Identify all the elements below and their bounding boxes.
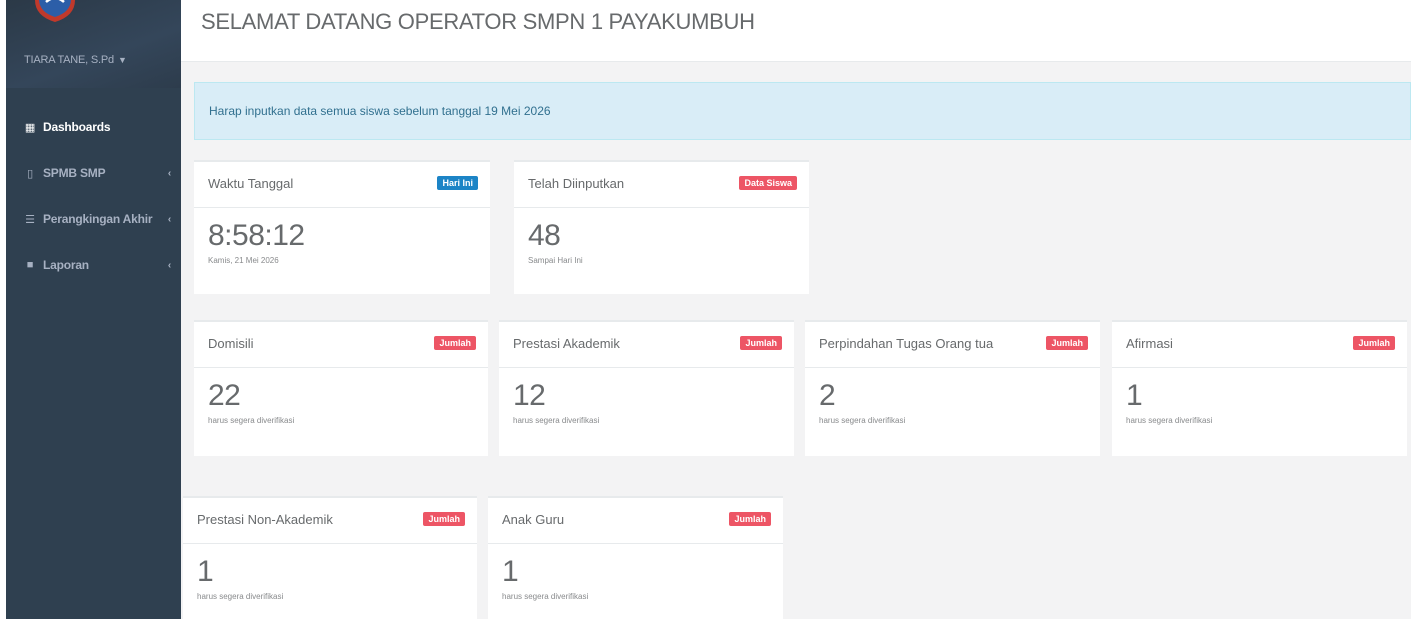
sidebar-item-label: Perangkingan Akhir	[43, 212, 153, 226]
clock-value: 8:58:12	[208, 219, 305, 252]
user-menu[interactable]: TIARA TANE, S.Pd ▼	[24, 54, 127, 66]
mobile-icon: ▯	[27, 167, 33, 180]
card-header: Waktu Tanggal Hari Ini	[194, 162, 490, 208]
card-body: 1 harus segera diverifikasi	[1112, 368, 1407, 425]
file-icon: ■	[26, 259, 34, 271]
top-header: SELAMAT DATANG OPERATOR SMPN 1 PAYAKUMBU…	[181, 0, 1411, 62]
date-text: Kamis, 21 Mei 2026	[208, 256, 279, 265]
info-alert: Harap inputkan data semua siswa sebelum …	[194, 82, 1411, 140]
badge-jumlah: Jumlah	[1353, 336, 1395, 350]
card-body: 8:58:12 Kamis, 21 Mei 2026	[194, 208, 490, 265]
card-prestasi-akademik: Prestasi Akademik Jumlah 12 harus segera…	[499, 320, 794, 456]
grid-icon: ▦	[24, 121, 36, 134]
chevron-left-icon: ‹	[167, 259, 171, 271]
card-header: Telah Diinputkan Data Siswa	[514, 162, 809, 208]
count-value: 22	[208, 379, 241, 412]
sliders-icon: ☰	[25, 213, 35, 226]
count-value: 1	[197, 555, 214, 588]
card-subtext: harus segera diverifikasi	[819, 416, 906, 425]
badge-hari-ini: Hari Ini	[437, 176, 478, 190]
card-anak-guru: Anak Guru Jumlah 1 harus segera diverifi…	[488, 496, 783, 619]
card-header: Domisili Jumlah	[194, 322, 488, 368]
card-subtext: harus segera diverifikasi	[513, 416, 600, 425]
count-value: 1	[502, 555, 519, 588]
sidebar-item-spmb-smp[interactable]: ▯ SPMB SMP ‹	[6, 150, 181, 196]
badge-jumlah: Jumlah	[434, 336, 476, 350]
badge-jumlah: Jumlah	[729, 512, 771, 526]
card-body: 22 harus segera diverifikasi	[194, 368, 488, 425]
page-title: SELAMAT DATANG OPERATOR SMPN 1 PAYAKUMBU…	[201, 9, 755, 34]
card-subtext: harus segera diverifikasi	[197, 592, 284, 601]
card-header: Perpindahan Tugas Orang tua Jumlah	[805, 322, 1100, 368]
card-header: Prestasi Akademik Jumlah	[499, 322, 794, 368]
sidebar-item-perangkingan-akhir[interactable]: ☰ Perangkingan Akhir ‹	[6, 196, 181, 242]
card-afirmasi: Afirmasi Jumlah 1 harus segera diverifik…	[1112, 320, 1407, 456]
caret-down-icon: ▼	[117, 55, 127, 65]
card-body: 1 harus segera diverifikasi	[488, 544, 783, 601]
card-body: 12 harus segera diverifikasi	[499, 368, 794, 425]
badge-jumlah: Jumlah	[1046, 336, 1088, 350]
sidebar-item-laporan[interactable]: ■ Laporan ‹	[6, 242, 181, 288]
card-body: 1 harus segera diverifikasi	[183, 544, 477, 601]
card-header: Afirmasi Jumlah	[1112, 322, 1407, 368]
card-domisili: Domisili Jumlah 22 harus segera diverifi…	[194, 320, 488, 456]
badge-jumlah: Jumlah	[740, 336, 782, 350]
card-waktu-tanggal: Waktu Tanggal Hari Ini 8:58:12 Kamis, 21…	[194, 160, 490, 294]
card-telah-diinputkan: Telah Diinputkan Data Siswa 48 Sampai Ha…	[514, 160, 809, 294]
badge-data-siswa: Data Siswa	[739, 176, 797, 190]
card-prestasi-non-akademik: Prestasi Non-Akademik Jumlah 1 harus seg…	[183, 496, 477, 619]
chevron-left-icon: ‹	[167, 167, 171, 179]
card-header: Anak Guru Jumlah	[488, 498, 783, 544]
chevron-left-icon: ‹	[167, 213, 171, 225]
sidebar-item-label: SPMB SMP	[43, 166, 106, 180]
sidebar-header: TIARA TANE, S.Pd ▼	[6, 0, 181, 88]
card-subtext: Sampai Hari Ini	[528, 256, 583, 265]
count-value: 12	[513, 379, 546, 412]
sidebar-item-label: Dashboards	[43, 120, 111, 134]
card-body: 48 Sampai Hari Ini	[514, 208, 809, 265]
card-header: Prestasi Non-Akademik Jumlah	[183, 498, 477, 544]
sidebar-nav: ▦ Dashboards ▯ SPMB SMP ‹ ☰ Perangkingan…	[6, 104, 181, 288]
count-value: 48	[528, 219, 561, 252]
card-subtext: harus segera diverifikasi	[208, 416, 295, 425]
card-subtext: harus segera diverifikasi	[1126, 416, 1213, 425]
count-value: 1	[1126, 379, 1143, 412]
sidebar-item-dashboards[interactable]: ▦ Dashboards	[6, 104, 181, 150]
card-body: 2 harus segera diverifikasi	[805, 368, 1100, 425]
card-perpindahan-tugas: Perpindahan Tugas Orang tua Jumlah 2 har…	[805, 320, 1100, 456]
user-name: TIARA TANE, S.Pd	[24, 54, 114, 66]
sidebar-item-label: Laporan	[43, 258, 89, 272]
badge-jumlah: Jumlah	[423, 512, 465, 526]
sidebar: TIARA TANE, S.Pd ▼ ▦ Dashboards ▯ SPMB SM…	[6, 0, 181, 619]
count-value: 2	[819, 379, 836, 412]
card-subtext: harus segera diverifikasi	[502, 592, 589, 601]
card-title: Waktu Tanggal	[208, 176, 294, 191]
school-logo	[35, 0, 75, 22]
